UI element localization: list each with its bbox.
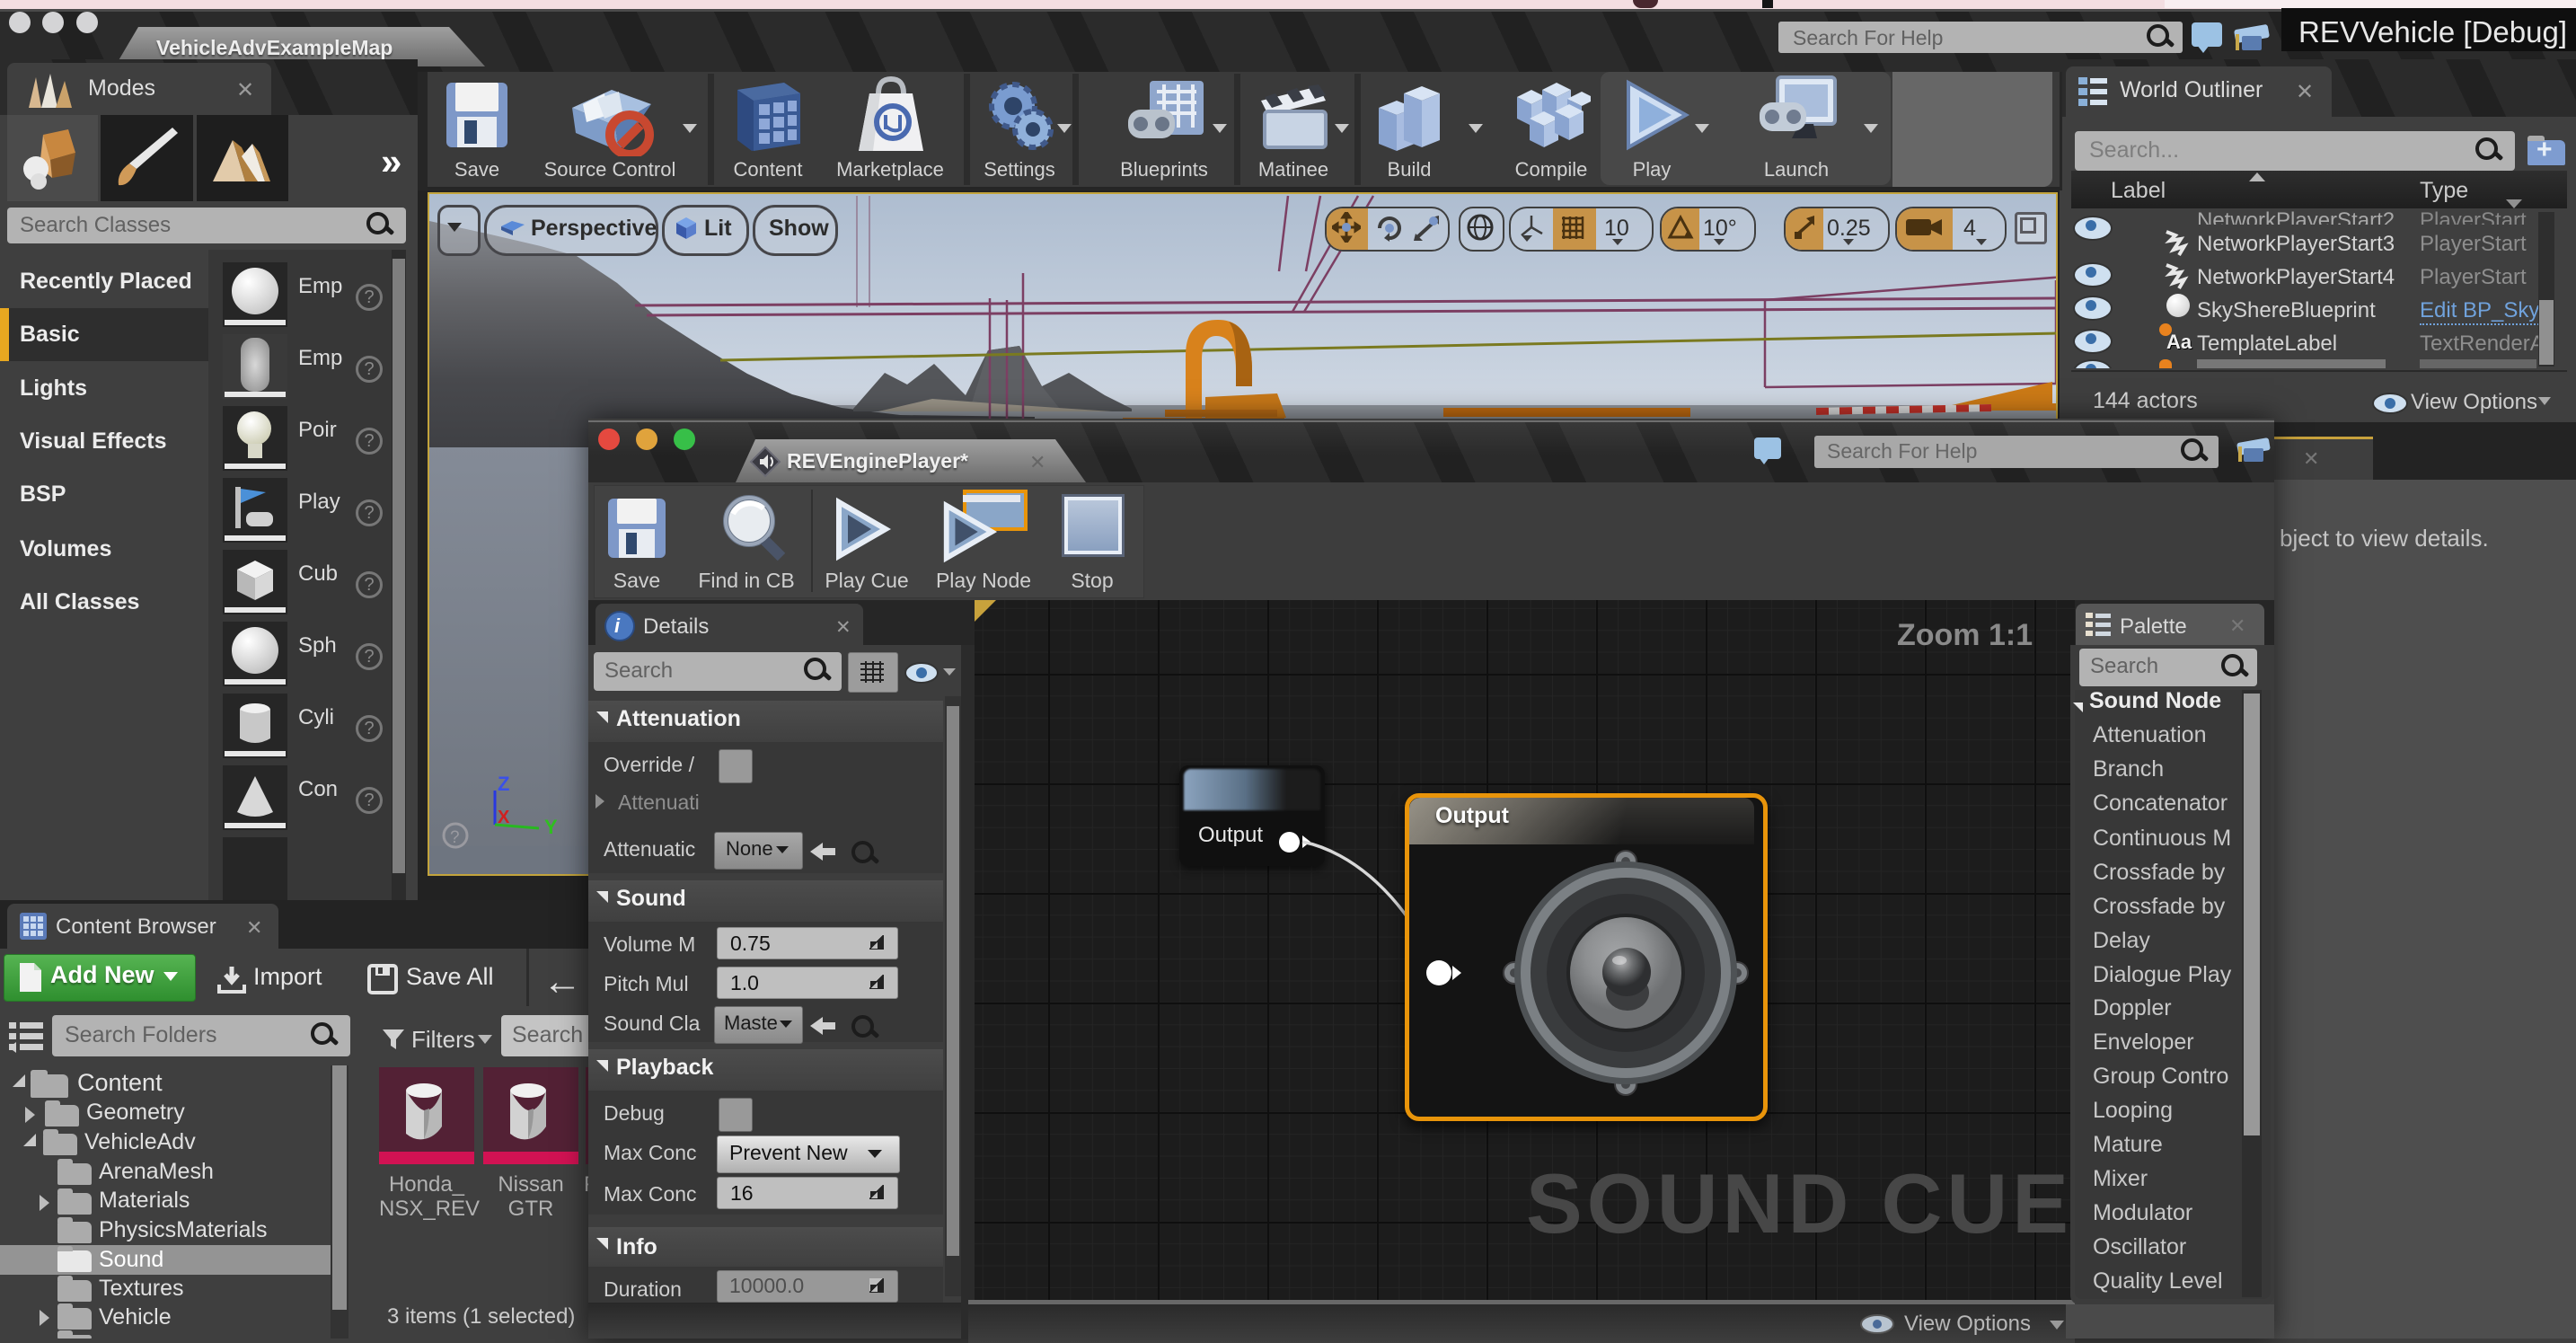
svg-text:Z: Z [498, 773, 509, 795]
svg-text:Y: Y [544, 816, 558, 838]
svg-text:X: X [498, 808, 510, 827]
svg-text:?: ? [450, 828, 460, 847]
